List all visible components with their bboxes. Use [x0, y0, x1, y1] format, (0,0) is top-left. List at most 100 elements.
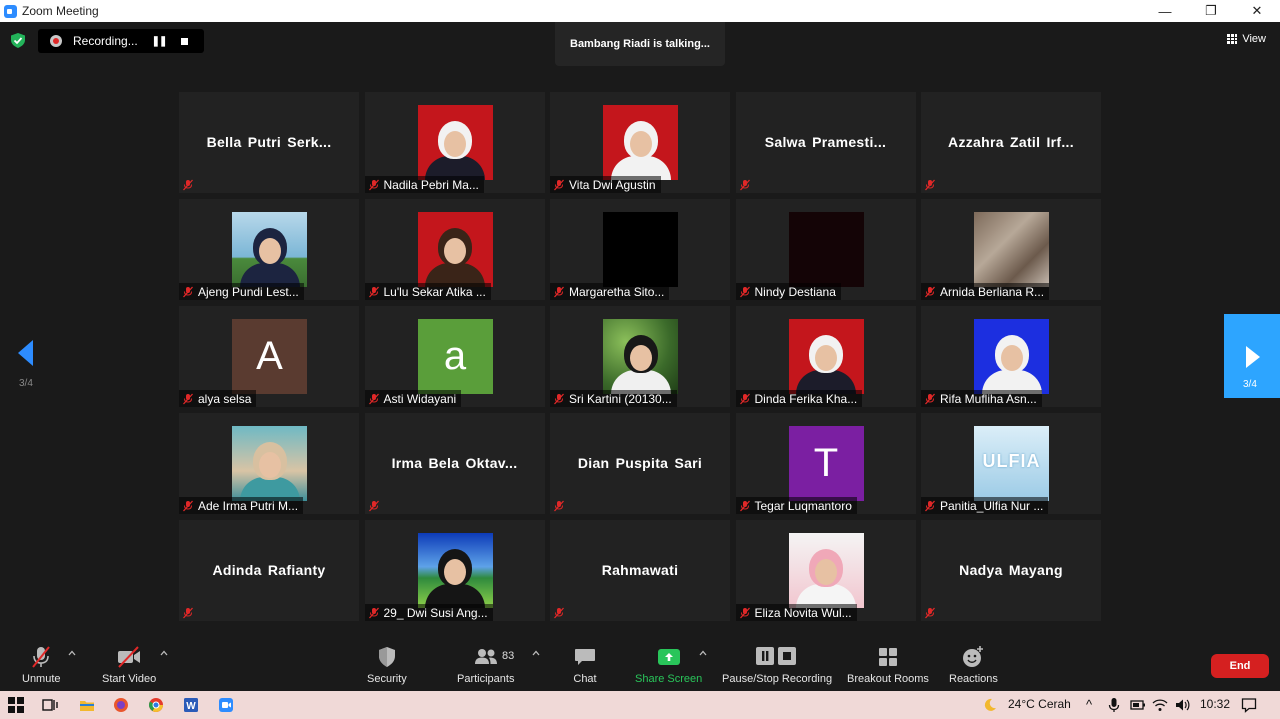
mic-off-icon [183, 179, 193, 190]
participant-name: alya selsa [198, 391, 252, 406]
person-face [258, 238, 281, 264]
participant-name: Sri Kartini (20130... [569, 391, 672, 406]
participant-footer: Eliza Novita Wul... [735, 604, 857, 621]
participant-tile[interactable]: Adinda Rafianty [179, 520, 359, 621]
participant-tile[interactable]: Nadya Mayang [921, 520, 1101, 621]
participant-tile[interactable]: Aalya selsa [179, 306, 359, 407]
security-button[interactable]: Security [367, 645, 407, 685]
pause-stop-icon [756, 647, 797, 665]
restore-button[interactable]: ❐ [1188, 0, 1234, 22]
mic-off-icon [368, 286, 379, 297]
participant-name: Vita Dwi Agustin [569, 177, 656, 192]
weather-moon-icon[interactable] [982, 697, 998, 713]
participant-tile[interactable]: Azzahra Zatil Irf... [921, 92, 1101, 193]
windows-start-icon[interactable] [8, 697, 24, 713]
participant-name: Nadila Pebri Ma... [383, 177, 479, 192]
participant-tile[interactable]: Ajeng Pundi Lest... [179, 199, 359, 300]
participant-tile[interactable]: Lu'lu Sekar Atika ... [364, 199, 545, 300]
unmute-button[interactable]: Unmute [22, 645, 61, 685]
mic-off-icon [368, 393, 379, 404]
participant-tile[interactable]: Dinda Ferika Kha... [735, 306, 916, 407]
participant-video: T [788, 426, 864, 501]
participant-tile[interactable]: a Asti Widayani [364, 306, 545, 407]
notifications-icon[interactable] [1241, 697, 1257, 713]
previous-page-button[interactable]: 3/4 [12, 340, 42, 395]
participant-name: Dinda Ferika Kha... [754, 391, 858, 406]
participant-video [788, 319, 864, 394]
participant-footer: Nindy Destiana [735, 283, 841, 300]
zoom-taskbar-icon[interactable] [218, 697, 234, 713]
participant-tile[interactable]: 29_ Dwi Susi Ang... [364, 520, 545, 621]
share-screen-icon [657, 649, 680, 665]
share-options-chevron-up-icon[interactable] [699, 649, 707, 657]
participants-options-chevron-up-icon[interactable] [532, 649, 540, 657]
mic-off-icon [739, 393, 750, 404]
chrome-icon[interactable] [148, 697, 164, 713]
reactions-button[interactable]: Reactions [949, 645, 998, 685]
participant-tile[interactable]: Nadila Pebri Ma... [364, 92, 545, 193]
person-face [444, 559, 466, 585]
close-button[interactable]: ✕ [1234, 0, 1280, 22]
participant-tile[interactable]: Sri Kartini (20130... [550, 306, 730, 407]
participant-tile[interactable]: Margaretha Sito... [550, 199, 730, 300]
firefox-icon[interactable] [113, 697, 129, 713]
participant-footer [365, 497, 389, 514]
person-face [629, 345, 652, 371]
participant-name: Panitia_Ulfia Nur ... [940, 498, 1044, 513]
mic-off-icon [925, 607, 935, 618]
mic-off-icon [183, 393, 193, 404]
chat-label: Chat [573, 673, 597, 685]
word-icon[interactable]: W [183, 697, 199, 713]
participant-tile[interactable]: Bella Putri Serk... [179, 92, 359, 193]
participant-tile[interactable]: Nindy Destiana [735, 199, 916, 300]
weather-text[interactable]: 24°C Cerah [1008, 697, 1071, 711]
participant-tile[interactable]: Ade Irma Putri M... [179, 413, 359, 514]
participant-footer: Asti Widayani [364, 390, 462, 407]
start-video-button[interactable]: Start Video [102, 645, 156, 685]
person-face [629, 131, 652, 157]
pause-recording-icon[interactable]: ❚❚ [149, 36, 169, 47]
mic-off-icon [183, 607, 193, 618]
minimize-button[interactable]: — [1142, 0, 1188, 22]
show-hidden-icons-chevron-icon[interactable]: ^ [1086, 697, 1092, 712]
volume-icon[interactable] [1174, 697, 1190, 713]
battery-icon[interactable] [1130, 697, 1146, 713]
wifi-icon[interactable] [1152, 697, 1168, 713]
chat-button[interactable]: Chat [573, 645, 597, 685]
audio-options-chevron-up-icon[interactable] [68, 649, 76, 657]
participant-tile[interactable]: T Tegar Luqmantoro [735, 413, 916, 514]
participant-tile[interactable]: Eliza Novita Wul... [735, 520, 916, 621]
participant-video [417, 105, 493, 180]
mic-off-icon [925, 500, 935, 511]
participant-video [788, 533, 864, 608]
pause-stop-recording-button[interactable]: Pause/Stop Recording [722, 645, 832, 685]
encryption-shield-icon[interactable] [11, 33, 25, 48]
end-meeting-button[interactable]: End [1211, 654, 1269, 678]
participant-name: Asti Widayani [383, 391, 457, 406]
file-explorer-icon[interactable] [79, 697, 95, 713]
video-options-chevron-up-icon[interactable] [160, 649, 168, 657]
participant-tile[interactable]: Irma Bela Oktav... [364, 413, 545, 514]
participant-tile[interactable]: Arnida Berliana R... [921, 199, 1101, 300]
stop-recording-icon[interactable] [181, 37, 188, 45]
participant-tile[interactable]: Rifa Mufliha Asn... [921, 306, 1101, 407]
mic-off-icon [554, 500, 564, 511]
participant-tile[interactable]: Dian Puspita Sari [550, 413, 730, 514]
mic-off-icon [368, 607, 379, 618]
share-screen-button[interactable]: Share Screen [635, 645, 702, 685]
view-label: View [1242, 33, 1266, 45]
grid-view-icon [1227, 34, 1238, 44]
participant-tile[interactable]: ULFIA Panitia_Ulfia Nur ... [921, 413, 1101, 514]
clock-time[interactable]: 10:32 [1200, 697, 1230, 711]
participant-tile[interactable]: Salwa Pramesti... [735, 92, 916, 193]
task-view-icon[interactable] [42, 697, 58, 713]
participant-tile[interactable]: Vita Dwi Agustin [550, 92, 730, 193]
participant-video [603, 212, 678, 287]
pause-stop-recording-label: Pause/Stop Recording [722, 673, 833, 685]
next-page-button[interactable]: 3/4 [1224, 314, 1280, 398]
breakout-rooms-button[interactable]: Breakout Rooms [847, 645, 929, 685]
start-video-label: Start Video [102, 673, 157, 685]
microphone-tray-icon[interactable] [1106, 697, 1122, 713]
view-button[interactable]: View [1227, 33, 1266, 45]
participant-tile[interactable]: Rahmawati [550, 520, 730, 621]
